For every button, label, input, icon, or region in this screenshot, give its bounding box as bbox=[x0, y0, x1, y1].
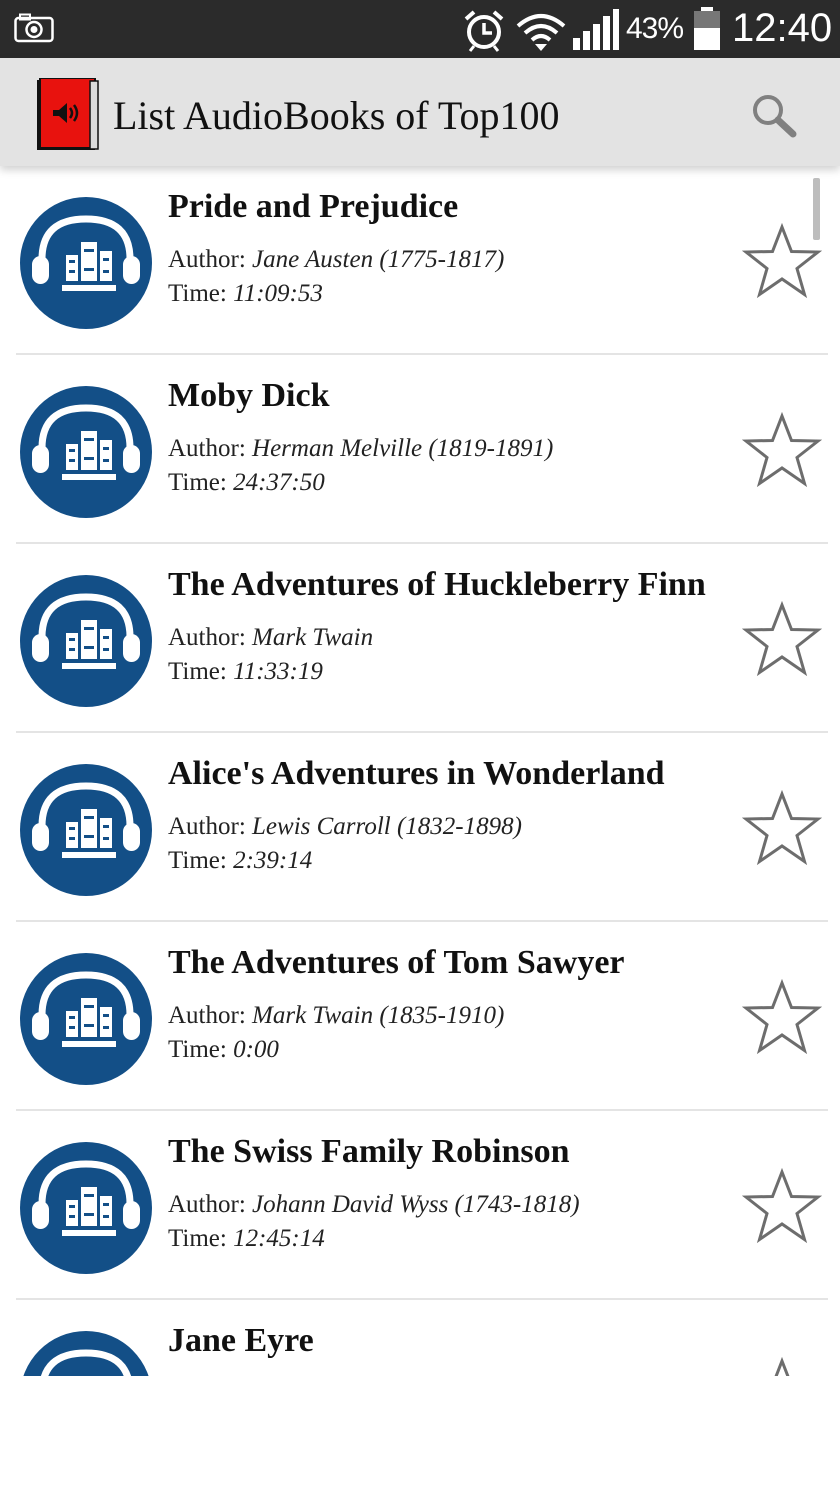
list-item[interactable]: The Adventures of Huckleberry Finn Autho… bbox=[0, 544, 840, 733]
list-item[interactable]: The Adventures of Tom Sawyer Author: Mar… bbox=[0, 922, 840, 1111]
book-duration: Time: 2:39:14 bbox=[168, 847, 313, 874]
status-bar: 43% 12:40 bbox=[0, 0, 840, 58]
page-title: List AudioBooks of Top100 bbox=[113, 93, 560, 138]
book-duration: Time: 0:00 bbox=[168, 1036, 279, 1063]
search-icon[interactable] bbox=[748, 90, 800, 142]
list-item[interactable]: The Swiss Family Robinson Author: Johann… bbox=[0, 1111, 840, 1300]
camera-icon bbox=[14, 13, 54, 48]
wifi-icon bbox=[515, 12, 567, 57]
audiobook-headphones-icon bbox=[20, 575, 152, 707]
audiobook-headphones-icon bbox=[20, 1142, 152, 1274]
book-author: Author: Mark Twain (1835-1910) bbox=[168, 1002, 505, 1029]
list-item[interactable]: Pride and Prejudice Author: Jane Austen … bbox=[0, 166, 840, 355]
battery-percent: 43% bbox=[626, 12, 684, 45]
app-logo-icon[interactable] bbox=[37, 77, 101, 157]
alarm-icon bbox=[462, 8, 506, 57]
battery-icon bbox=[693, 7, 721, 56]
book-title: The Swiss Family Robinson bbox=[168, 1133, 570, 1170]
book-author: Author: Herman Melville (1819-1891) bbox=[168, 435, 554, 462]
audiobook-headphones-icon bbox=[20, 953, 152, 1085]
book-author: Author: Lewis Carroll (1832-1898) bbox=[168, 813, 522, 840]
favorite-star-icon[interactable] bbox=[741, 600, 823, 677]
status-clock: 12:40 bbox=[732, 6, 833, 50]
list-item[interactable]: Jane Eyre bbox=[0, 1300, 840, 1376]
book-title: The Adventures of Tom Sawyer bbox=[168, 944, 625, 981]
favorite-star-icon[interactable] bbox=[741, 978, 823, 1055]
book-duration: Time: 11:33:19 bbox=[168, 658, 323, 685]
audiobook-list[interactable]: Pride and Prejudice Author: Jane Austen … bbox=[0, 166, 840, 1376]
book-title: Moby Dick bbox=[168, 377, 330, 414]
audiobook-headphones-icon bbox=[20, 197, 152, 329]
audiobook-headphones-icon bbox=[20, 1331, 152, 1376]
book-duration: Time: 24:37:50 bbox=[168, 469, 325, 496]
favorite-star-icon[interactable] bbox=[741, 1167, 823, 1244]
book-title: Jane Eyre bbox=[168, 1322, 314, 1359]
list-item[interactable]: Moby Dick Author: Herman Melville (1819-… bbox=[0, 355, 840, 544]
list-item[interactable]: Alice's Adventures in Wonderland Author:… bbox=[0, 733, 840, 922]
favorite-star-icon[interactable] bbox=[741, 222, 823, 299]
signal-icon bbox=[572, 8, 620, 57]
book-duration: Time: 11:09:53 bbox=[168, 280, 323, 307]
book-author: Author: Jane Austen (1775-1817) bbox=[168, 246, 505, 273]
favorite-star-icon[interactable] bbox=[741, 789, 823, 866]
book-title: Pride and Prejudice bbox=[168, 188, 459, 225]
book-duration: Time: 12:45:14 bbox=[168, 1225, 325, 1252]
book-author: Author: Mark Twain bbox=[168, 624, 374, 651]
book-author: Author: Johann David Wyss (1743-1818) bbox=[168, 1191, 580, 1218]
book-title: The Adventures of Huckleberry Finn bbox=[168, 566, 706, 603]
action-bar: List AudioBooks of Top100 bbox=[0, 58, 840, 166]
audiobook-headphones-icon bbox=[20, 764, 152, 896]
favorite-star-icon[interactable] bbox=[742, 1356, 822, 1376]
audiobook-headphones-icon bbox=[20, 386, 152, 518]
favorite-star-icon[interactable] bbox=[741, 411, 823, 488]
book-title: Alice's Adventures in Wonderland bbox=[168, 755, 665, 792]
scrollbar[interactable] bbox=[813, 178, 820, 240]
